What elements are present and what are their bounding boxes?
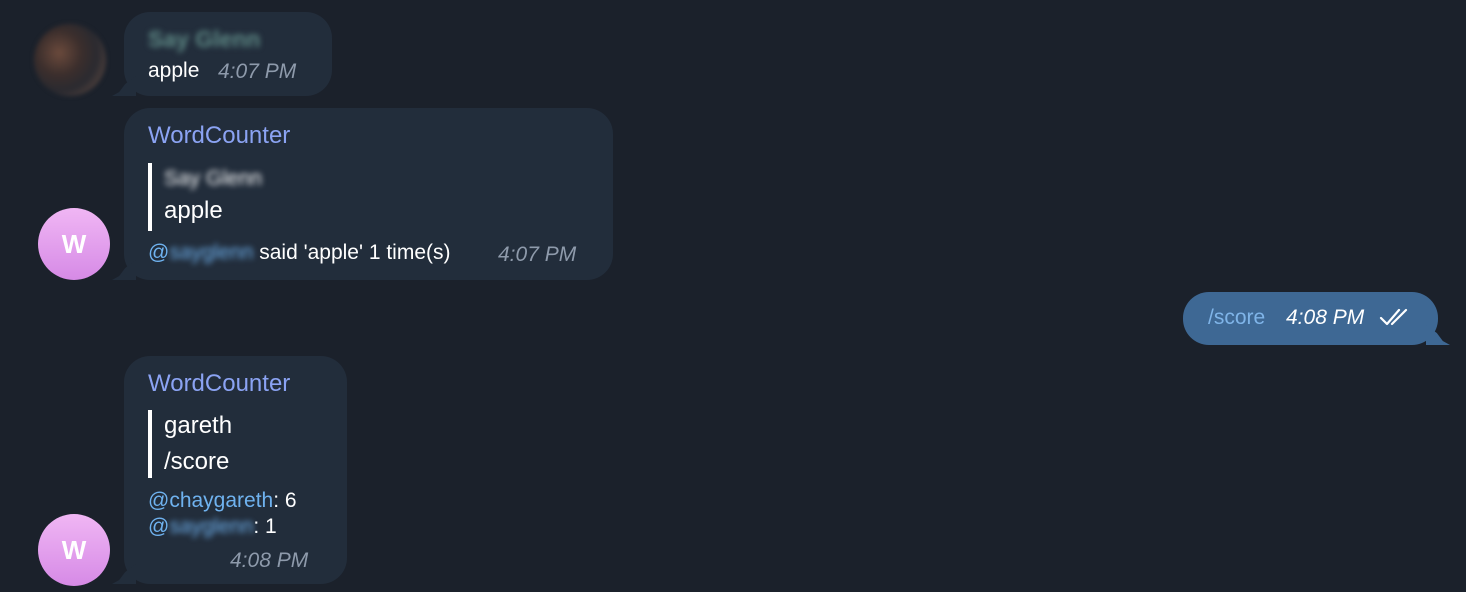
message-rest: said 'apple' 1 time(s) — [253, 241, 451, 264]
score-value: : 6 — [273, 489, 297, 512]
reply-quote[interactable]: Say Glenn apple — [148, 163, 262, 231]
message-time: 4:07 PM — [498, 243, 577, 266]
user-avatar[interactable] — [34, 24, 106, 96]
sender-name[interactable]: Say Glenn — [148, 26, 260, 53]
message-text: /score — [1208, 306, 1266, 329]
mention-at: @ — [148, 489, 170, 512]
sender-name[interactable]: WordCounter — [148, 122, 290, 150]
avatar-letter: W — [61, 534, 87, 565]
message-bubble[interactable]: WordCounter gareth /score @chaygareth: 6… — [124, 356, 347, 584]
bot-avatar[interactable]: W — [38, 514, 110, 586]
message-bubble[interactable]: Say Glenn apple 4:07 PM — [124, 12, 332, 96]
message-text: @sayglenn said 'apple' 1 time(s) — [148, 241, 451, 265]
mention-link[interactable]: sayglenn — [169, 515, 253, 538]
double-check-icon — [1379, 306, 1411, 328]
quote-line: /score — [164, 448, 230, 475]
sender-name[interactable]: WordCounter — [148, 370, 290, 398]
quote-author: Say Glenn — [164, 167, 263, 190]
message-time: 4:08 PM — [230, 549, 309, 572]
score-line: @chaygareth: 6 — [148, 489, 297, 513]
chat-history: Say Glenn apple 4:07 PM W WordCounter Sa… — [0, 0, 1466, 592]
outgoing-message-bubble[interactable]: /score 4:08 PM — [1183, 292, 1438, 345]
mention-at: @ — [148, 241, 170, 264]
bot-avatar[interactable]: W — [38, 208, 110, 280]
reply-quote[interactable]: gareth /score — [148, 410, 232, 478]
message-time: 4:08 PM — [1286, 306, 1365, 329]
mention-link[interactable]: chaygareth — [169, 489, 273, 512]
message-time: 4:07 PM — [218, 60, 297, 83]
avatar-letter: W — [61, 228, 87, 259]
quote-line: gareth — [164, 412, 233, 439]
message-text: apple — [148, 59, 200, 82]
mention-link[interactable]: sayglenn — [169, 241, 253, 264]
mention-at: @ — [148, 515, 170, 538]
score-line: @sayglenn: 1 — [148, 515, 277, 539]
message-bubble[interactable]: WordCounter Say Glenn apple @sayglenn sa… — [124, 108, 613, 280]
score-value: : 1 — [253, 515, 277, 538]
quote-text: apple — [164, 197, 223, 224]
